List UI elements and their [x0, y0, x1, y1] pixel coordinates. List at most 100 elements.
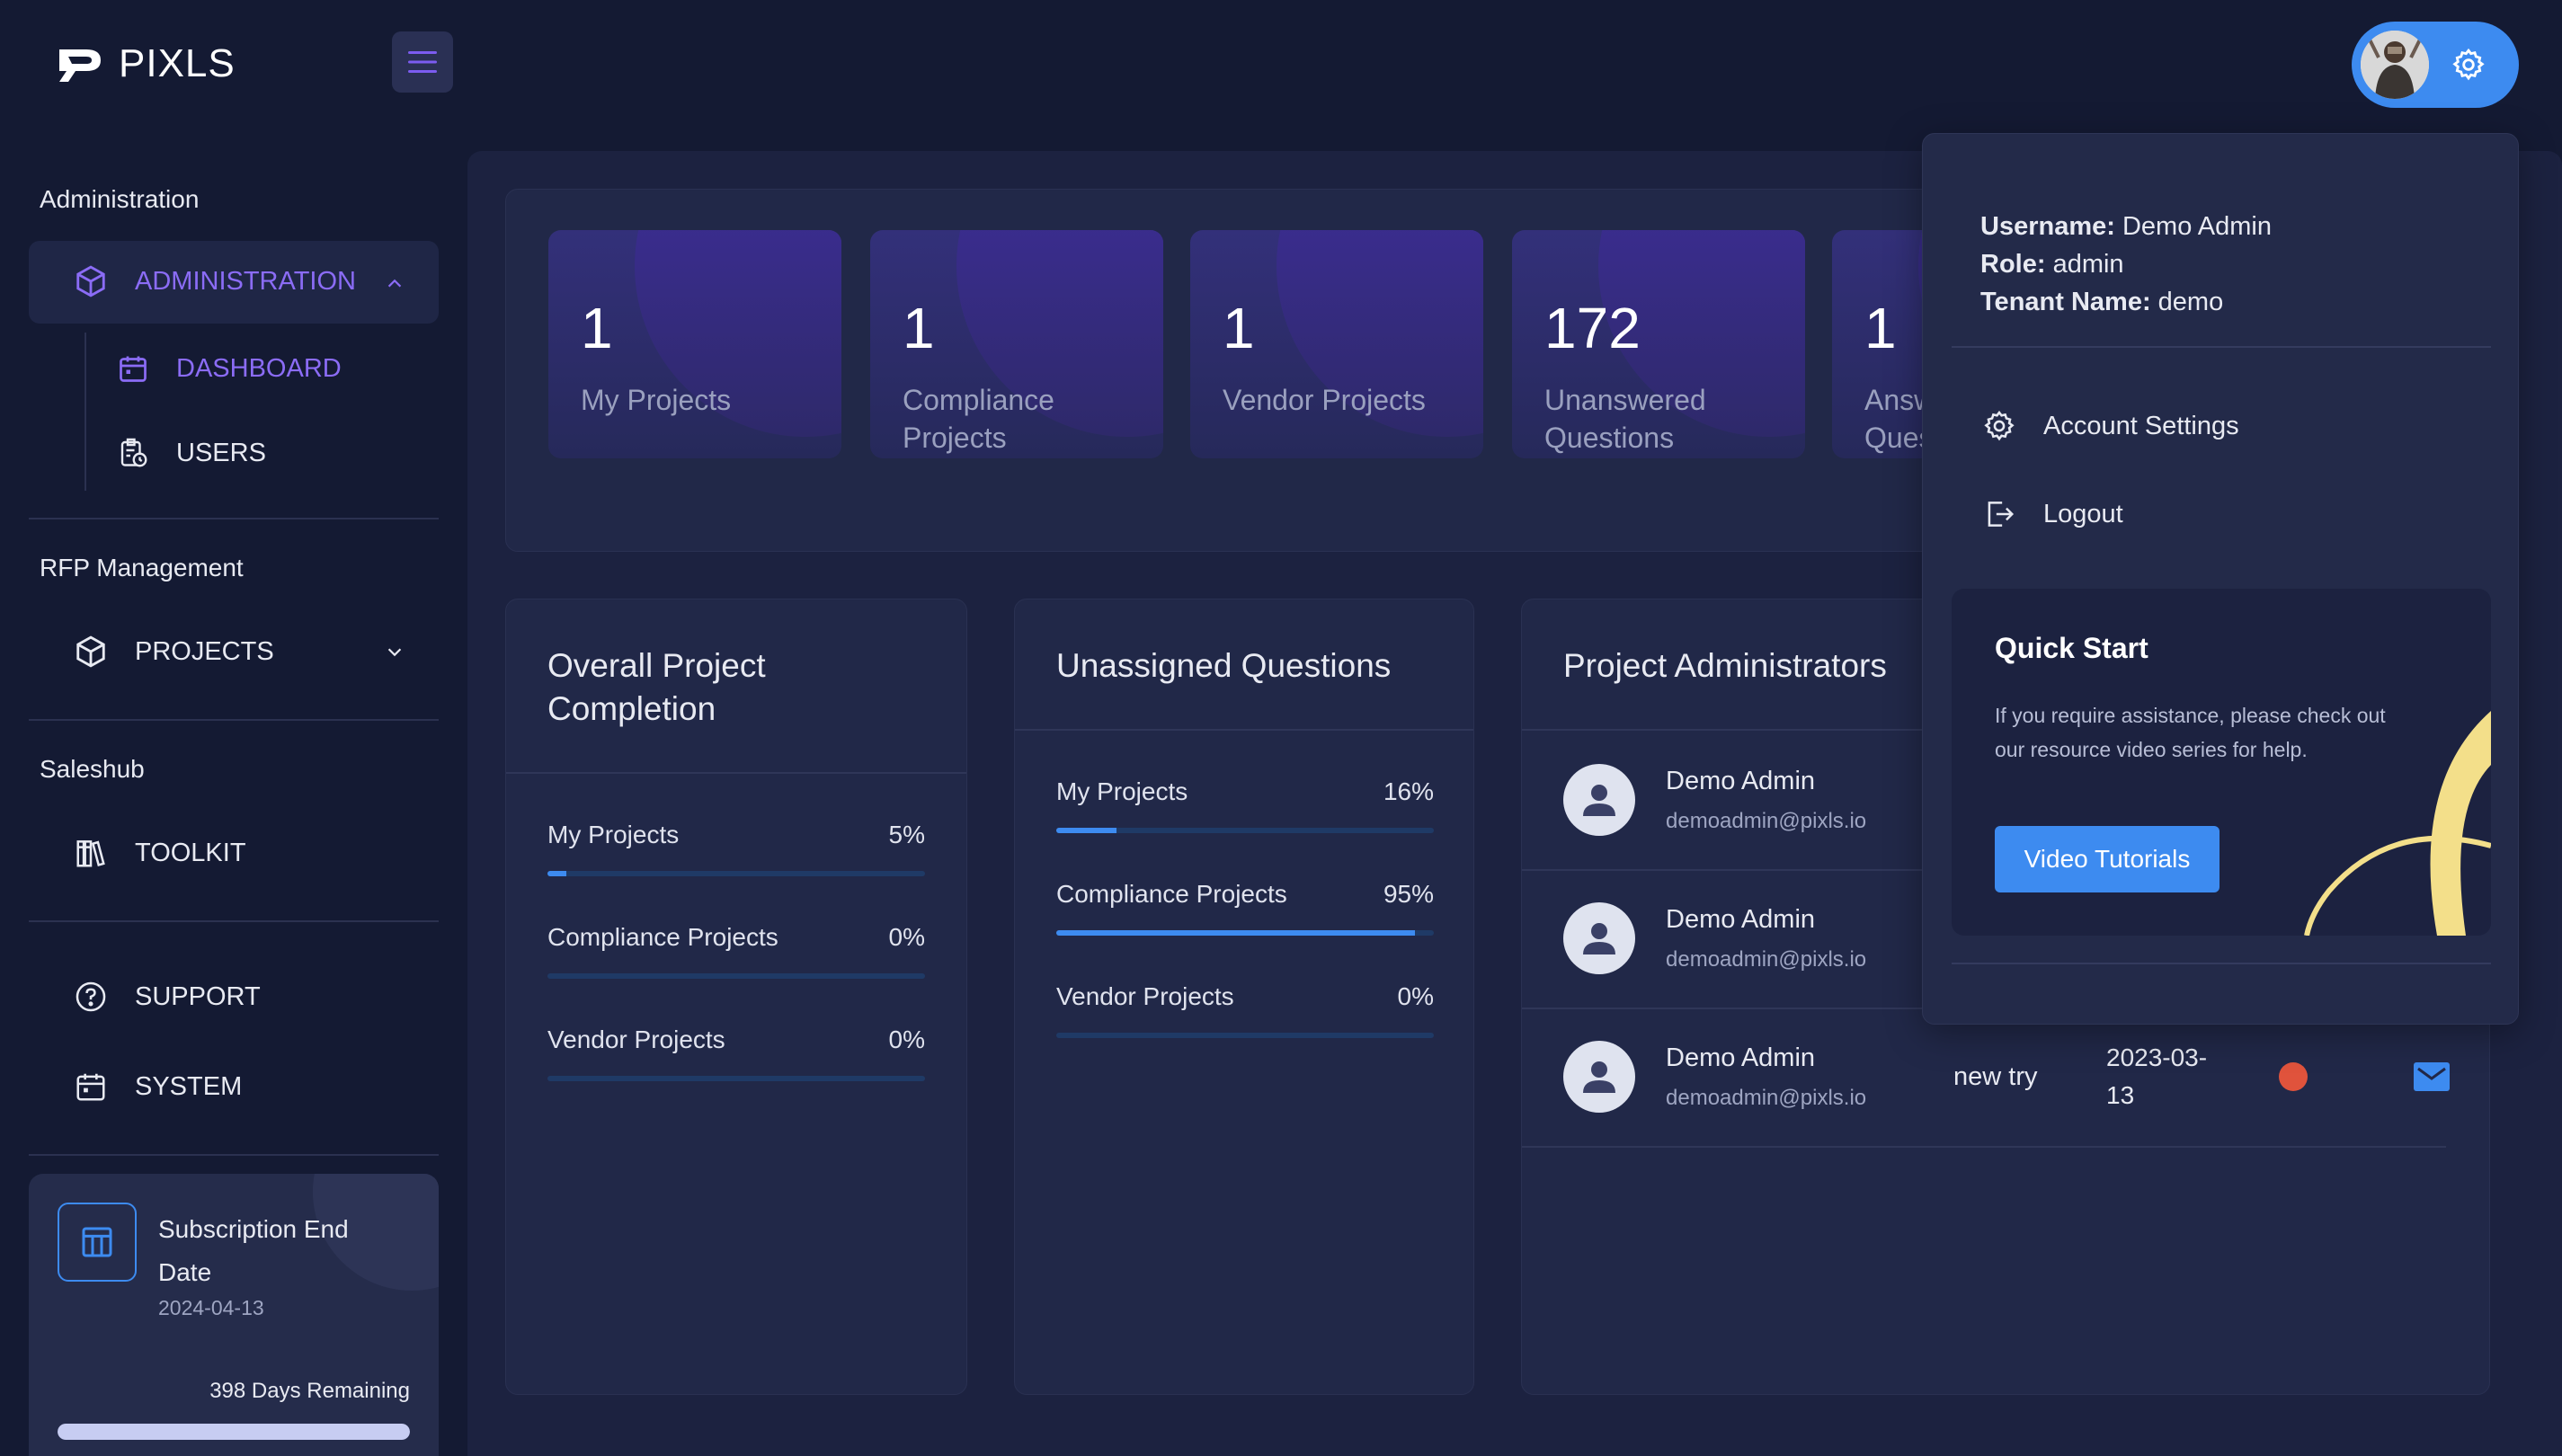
- progress-row-header: Compliance Projects 0%: [547, 923, 925, 952]
- sidebar-item-projects[interactable]: PROJECTS: [74, 635, 274, 669]
- stat-card[interactable]: 1 My Projects: [548, 230, 841, 458]
- progress-label: Compliance Projects: [1056, 880, 1287, 908]
- admin-info: Demo Admin demoadmin@pixls.io: [1666, 1043, 1926, 1111]
- admin-name: Demo Admin: [1666, 766, 1816, 795]
- section-label-saleshub: Saleshub: [40, 755, 145, 783]
- sidebar-item-label: SUPPORT: [135, 981, 261, 1011]
- row-divider: [1522, 1146, 2446, 1148]
- sidebar-item-label: TOOLKIT: [135, 838, 246, 867]
- progress-row-header: Vendor Projects 0%: [1056, 982, 1434, 1011]
- tenant-value: demo: [2157, 288, 2224, 316]
- gear-icon: [2452, 48, 2485, 81]
- account-settings-menu-item[interactable]: Account Settings: [1982, 409, 2239, 443]
- dropdown-divider: [1952, 346, 2491, 348]
- admin-email: demoadmin@pixls.io: [1666, 808, 1867, 833]
- stat-value: 1: [1864, 296, 1897, 360]
- calendar-icon: [76, 1073, 105, 1101]
- tree-line: [85, 333, 86, 491]
- progress-value: 5%: [888, 821, 925, 848]
- sidebar-divider: [29, 1154, 439, 1156]
- sidebar-item-label: SYSTEM: [135, 1071, 243, 1101]
- stat-value: 172: [1544, 296, 1641, 360]
- video-tutorials-button[interactable]: Video Tutorials: [1995, 826, 2220, 892]
- subscription-card: Subscription End Date 2024-04-13 398 Day…: [29, 1174, 439, 1456]
- admin-date: 2023-03-13: [2106, 1043, 2208, 1109]
- progress-value: 0%: [888, 1025, 925, 1053]
- progress-track: [547, 1076, 925, 1081]
- card-title: Unassigned Questions: [1056, 647, 1392, 684]
- logout-icon: [1988, 502, 2015, 527]
- subscription-icon-box: [58, 1203, 137, 1282]
- gear-icon: [1984, 410, 2015, 441]
- status-dot: [2279, 1062, 2308, 1091]
- card-divider: [1015, 729, 1473, 731]
- app-logo[interactable]: PIXLS: [56, 41, 236, 86]
- quick-start-title: Quick Start: [1995, 632, 2148, 664]
- sidebar-item-label: PROJECTS: [135, 636, 274, 666]
- progress-track: [1056, 930, 1434, 936]
- user-info: Username: Demo Admin Role: admin Tenant …: [1980, 208, 2272, 321]
- profile-menu-button[interactable]: [2352, 22, 2519, 108]
- admin-info: Demo Admin demoadmin@pixls.io: [1666, 905, 1926, 972]
- progress-value: 16%: [1383, 777, 1434, 805]
- progress-row-header: Compliance Projects 95%: [1056, 880, 1434, 909]
- role-label: Role:: [1980, 250, 2046, 279]
- progress-fill: [547, 871, 566, 876]
- stat-label: Vendor Projects: [1223, 384, 1426, 416]
- user-icon: [1583, 923, 1615, 954]
- progress-value: 95%: [1383, 880, 1434, 908]
- menu-item-label: Account Settings: [2043, 411, 2239, 440]
- sidebar-item-label: USERS: [176, 438, 266, 467]
- progress-row: Compliance Projects 0%: [547, 923, 925, 979]
- stat-card[interactable]: 1 Compliance Projects: [870, 230, 1163, 458]
- stat-card[interactable]: 1 Vendor Projects: [1190, 230, 1483, 458]
- progress-label: Compliance Projects: [547, 923, 778, 951]
- subscription-title: Subscription End Date: [158, 1215, 349, 1286]
- mail-icon: [2414, 1062, 2450, 1091]
- calendar-icon: [120, 356, 147, 382]
- progress-row: Compliance Projects 95%: [1056, 880, 1434, 936]
- chevron-up-icon[interactable]: [385, 273, 405, 293]
- table-row[interactable]: Demo Admin demoadmin@pixls.io new try 2023-…: [1563, 1008, 2562, 1146]
- user-icon: [1583, 785, 1615, 816]
- sidebar-item-support[interactable]: SUPPORT: [74, 980, 261, 1014]
- stat-label: Unanswered Questions: [1544, 384, 1706, 454]
- mail-button[interactable]: [2414, 1062, 2450, 1091]
- card-title: Project Administrators: [1563, 647, 1887, 684]
- admin-email: demoadmin@pixls.io: [1666, 1085, 1867, 1110]
- books-icon: [76, 840, 105, 867]
- subscription-progress-fill: [58, 1424, 410, 1440]
- menu-item-label: Logout: [2043, 499, 2123, 528]
- sidebar-item-toolkit[interactable]: TOOLKIT: [74, 836, 246, 870]
- sidebar-item-administration[interactable]: ADMINISTRATION: [74, 264, 356, 298]
- unassigned-questions-card: Unassigned Questions My Projects 16% Compl…: [1014, 599, 1474, 1395]
- chevron-down-icon[interactable]: [385, 642, 405, 661]
- progress-label: My Projects: [547, 821, 680, 848]
- progress-row: My Projects 5%: [547, 821, 925, 876]
- cube-icon: [76, 265, 105, 297]
- stat-value: 1: [1223, 296, 1255, 360]
- progress-row-header: My Projects 16%: [1056, 777, 1434, 806]
- sidebar-item-users[interactable]: USERS: [117, 437, 266, 469]
- sidebar-toggle-button[interactable]: [392, 31, 453, 93]
- avatar: [2361, 31, 2429, 99]
- role-row: Role: admin: [1980, 245, 2272, 283]
- stat-card[interactable]: 172 Unanswered Questions: [1512, 230, 1805, 458]
- sidebar-item-dashboard[interactable]: DASHBOARD: [117, 352, 342, 385]
- progress-value: 0%: [888, 923, 925, 951]
- stat-label: My Projects: [581, 384, 732, 416]
- pixls-logo-icon: [59, 49, 101, 82]
- admin-project: new try: [1953, 1061, 2038, 1091]
- admin-info: Demo Admin demoadmin@pixls.io: [1666, 767, 1926, 834]
- progress-track: [547, 871, 925, 876]
- tenant-row: Tenant Name: demo: [1980, 283, 2272, 321]
- sidebar-item-system[interactable]: SYSTEM: [74, 1070, 242, 1104]
- progress-label: Vendor Projects: [1056, 982, 1234, 1010]
- logout-menu-item[interactable]: Logout: [1982, 497, 2123, 531]
- user-icon: [1583, 1061, 1615, 1093]
- username-value: Demo Admin: [2122, 212, 2272, 241]
- card-title: Overall Project Completion: [547, 647, 766, 727]
- admin-name: Demo Admin: [1666, 1043, 1816, 1072]
- progress-value: 0%: [1397, 982, 1434, 1010]
- stat-label: Compliance Projects: [903, 384, 1054, 454]
